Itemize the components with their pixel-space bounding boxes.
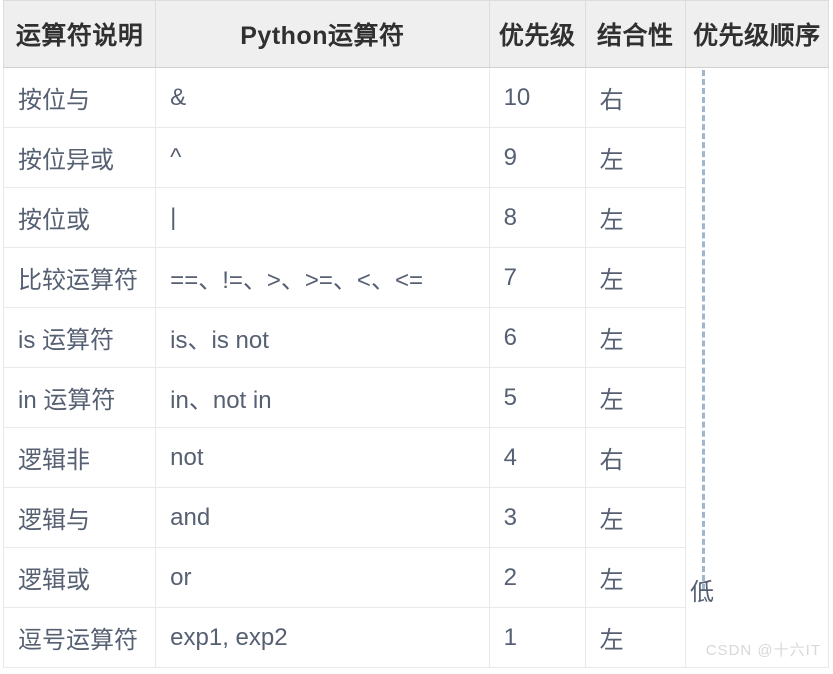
- cell-operator: &: [155, 67, 490, 128]
- cell-description: in 运算符: [2, 367, 157, 428]
- column-header-python-operator: Python运算符: [155, 0, 490, 68]
- column-header-precedence-order: 优先级顺序: [684, 0, 830, 68]
- cell-description: 比较运算符: [2, 247, 157, 308]
- cell-precedence: 4: [488, 427, 586, 488]
- operator-precedence-table: 运算符说明 Python运算符 优先级 结合性 优先级顺序 按位与 & 10 右…: [2, 0, 830, 668]
- cell-description: is 运算符: [2, 307, 157, 368]
- cell-associativity: 右: [584, 427, 686, 488]
- cell-associativity: 左: [584, 547, 686, 608]
- cell-precedence: 7: [488, 247, 586, 308]
- cell-precedence: 6: [488, 307, 586, 368]
- cell-operator: is、is not: [155, 307, 490, 368]
- cell-description: 按位与: [2, 67, 157, 128]
- cell-associativity: 左: [584, 487, 686, 548]
- column-header-associativity: 结合性: [584, 0, 686, 68]
- cell-operator: in、not in: [155, 367, 490, 428]
- table-header: 运算符说明 Python运算符 优先级 结合性 优先级顺序: [2, 0, 830, 68]
- table-body: 按位与 & 10 右 按位异或 ^ 9 左 按位或 | 8 左 比较运算符 ==…: [2, 67, 830, 668]
- cell-operator: |: [155, 187, 490, 248]
- cell-description: 逻辑与: [2, 487, 157, 548]
- cell-operator: ^: [155, 127, 490, 188]
- cell-precedence-order: [684, 67, 830, 668]
- precedence-table-container: 运算符说明 Python运算符 优先级 结合性 优先级顺序 按位与 & 10 右…: [0, 0, 833, 674]
- cell-description: 按位异或: [2, 127, 157, 188]
- cell-associativity: 左: [584, 187, 686, 248]
- cell-associativity: 左: [584, 307, 686, 368]
- cell-description: 按位或: [2, 187, 157, 248]
- cell-description: 逻辑或: [2, 547, 157, 608]
- cell-operator: and: [155, 487, 490, 548]
- cell-associativity: 左: [584, 127, 686, 188]
- cell-precedence: 8: [488, 187, 586, 248]
- cell-precedence: 9: [488, 127, 586, 188]
- cell-operator: exp1, exp2: [155, 607, 490, 668]
- table-row: 按位与 & 10 右: [2, 67, 830, 668]
- cell-description: 逻辑非: [2, 427, 157, 488]
- cell-precedence: 1: [488, 607, 586, 668]
- header-row: 运算符说明 Python运算符 优先级 结合性 优先级顺序: [2, 0, 830, 68]
- cell-description: 逗号运算符: [2, 607, 157, 668]
- column-header-precedence: 优先级: [488, 0, 586, 68]
- cell-precedence: 3: [488, 487, 586, 548]
- cell-precedence: 2: [488, 547, 586, 608]
- cell-operator: ==、!=、>、>=、<、<=: [155, 247, 490, 308]
- cell-precedence: 5: [488, 367, 586, 428]
- column-header-description: 运算符说明: [2, 0, 157, 68]
- cell-operator: not: [155, 427, 490, 488]
- cell-associativity: 右: [584, 67, 686, 128]
- cell-associativity: 左: [584, 367, 686, 428]
- cell-operator: or: [155, 547, 490, 608]
- cell-associativity: 左: [584, 247, 686, 308]
- cell-associativity: 左: [584, 607, 686, 668]
- cell-precedence: 10: [488, 67, 586, 128]
